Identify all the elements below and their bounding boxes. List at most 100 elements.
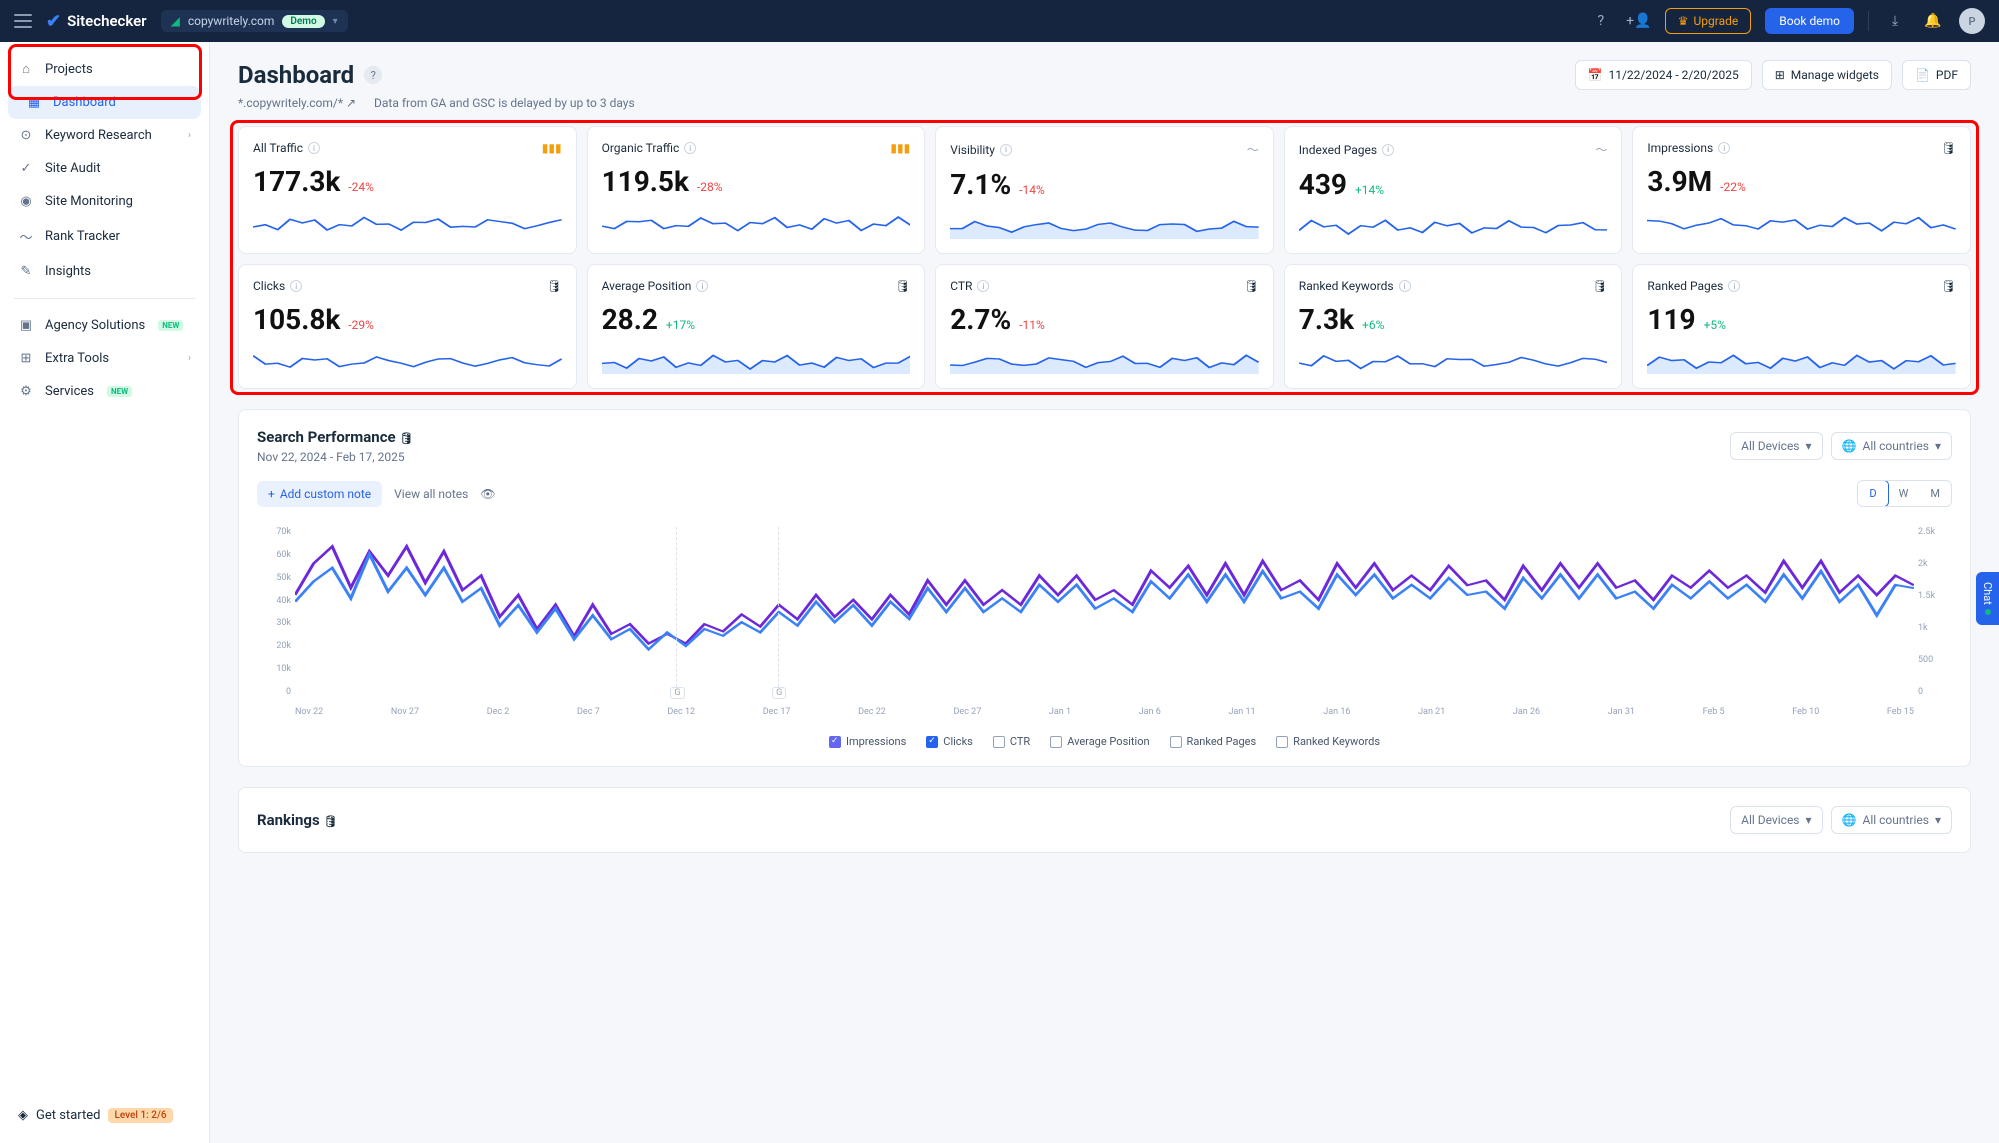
info-icon[interactable]: i <box>1399 280 1411 292</box>
add-note-button[interactable]: +Add custom note <box>257 481 382 507</box>
sidebar: ⌂Projects▦Dashboard⊙Keyword Research›✓Si… <box>0 42 210 1143</box>
view-notes-link[interactable]: View all notes <box>394 487 468 501</box>
card-value: 439 <box>1299 168 1347 201</box>
chevron-down-icon: ▾ <box>1935 439 1941 453</box>
legend-ranked-pages[interactable]: Ranked Pages <box>1170 735 1257 748</box>
checkbox-icon <box>926 736 938 748</box>
metric-card-clicks[interactable]: Clicksi🛢105.8k-29% <box>238 264 577 389</box>
sparkline <box>1647 350 1956 374</box>
metric-card-all-traffic[interactable]: All Traffici▮▮▮177.3k-24% <box>238 126 577 254</box>
sidebar-item-dashboard[interactable]: ▦Dashboard <box>8 86 201 119</box>
logo-mark-icon: ✔ <box>46 11 61 32</box>
rankings-countries-dropdown[interactable]: 🌐All countries▾ <box>1831 806 1952 834</box>
metric-card-impressions[interactable]: Impressionsi🛢3.9M-22% <box>1632 126 1971 254</box>
page-title: Dashboard <box>238 61 354 89</box>
help-circle-icon[interactable]: ? <box>364 66 382 84</box>
logo[interactable]: ✔ Sitechecker <box>46 11 147 32</box>
sidebar-label: Rank Tracker <box>45 229 120 244</box>
info-icon[interactable]: i <box>308 142 320 154</box>
card-title: Impressions <box>1647 141 1713 155</box>
add-user-icon[interactable]: +👤 <box>1627 9 1651 33</box>
book-demo-button[interactable]: Book demo <box>1765 8 1854 34</box>
nav-icon: ⌂ <box>18 61 34 77</box>
granularity-w[interactable]: W <box>1888 481 1920 506</box>
chevron-right-icon: › <box>188 353 191 364</box>
granularity-d[interactable]: D <box>1857 480 1888 507</box>
plus-icon: + <box>268 487 275 501</box>
sidebar-item-site-monitoring[interactable]: ◉Site Monitoring <box>0 185 209 218</box>
sparkline <box>253 212 562 236</box>
nav-icon: ▣ <box>18 318 34 333</box>
metric-card-indexed-pages[interactable]: Indexed Pagesi〜439+14% <box>1284 126 1623 254</box>
eye-icon[interactable]: 👁 <box>480 487 495 501</box>
card-delta: +5% <box>1704 318 1726 332</box>
sidebar-getstarted[interactable]: ◈ Get started Level 1: 2/6 <box>0 1098 209 1133</box>
metric-card-average-position[interactable]: Average Positioni🛢28.2+17% <box>587 264 926 389</box>
new-badge: NEW <box>158 320 183 331</box>
sidebar-item-insights[interactable]: ✎ Insights <box>0 255 209 288</box>
metric-card-organic-traffic[interactable]: Organic Traffici▮▮▮119.5k-28% <box>587 126 926 254</box>
card-delta: -11% <box>1019 318 1045 332</box>
card-delta: -29% <box>348 318 374 332</box>
avatar[interactable]: P <box>1959 8 1985 34</box>
site-selector[interactable]: ◢ copywritely.com Demo ▾ <box>161 10 348 32</box>
legend-average-position[interactable]: Average Position <box>1050 735 1149 748</box>
date-range-picker[interactable]: 📅11/22/2024 - 2/20/2025 <box>1575 60 1752 90</box>
metric-card-visibility[interactable]: Visibilityi〜7.1%-14% <box>935 126 1274 254</box>
card-title: CTR <box>950 279 972 293</box>
rankings-section: Rankings 🛢 All Devices▾ 🌐All countries▾ <box>238 787 1971 853</box>
info-icon[interactable]: i <box>684 142 696 154</box>
chat-tab[interactable]: Chat <box>1976 572 1999 626</box>
grid-icon: ⊞ <box>1775 68 1785 82</box>
info-icon[interactable]: i <box>1718 142 1730 154</box>
sidebar-item-site-audit[interactable]: ✓Site Audit <box>0 152 209 185</box>
upgrade-button[interactable]: ♛Upgrade <box>1665 8 1752 34</box>
legend-clicks[interactable]: Clicks <box>926 735 973 748</box>
metric-card-ranked-keywords[interactable]: Ranked Keywordsi🛢7.3k+6% <box>1284 264 1623 389</box>
manage-widgets-button[interactable]: ⊞Manage widgets <box>1762 60 1892 90</box>
diamond-icon: ◈ <box>18 1108 28 1123</box>
bell-icon[interactable]: 🔔 <box>1921 9 1945 33</box>
info-icon[interactable]: i <box>1728 280 1740 292</box>
nav-icon: ⊙ <box>18 128 34 143</box>
source-icon: 🛢 <box>1244 279 1259 293</box>
card-delta: -28% <box>697 180 723 194</box>
info-icon[interactable]: i <box>977 280 989 292</box>
legend-ranked-keywords[interactable]: Ranked Keywords <box>1276 735 1380 748</box>
sparkline <box>950 350 1259 374</box>
sidebar-label: Services <box>45 384 94 399</box>
info-icon[interactable]: i <box>696 280 708 292</box>
sidebar-item-extra-tools[interactable]: ⊞Extra Tools› <box>0 342 209 375</box>
download-icon[interactable]: ⤓ <box>1883 9 1907 33</box>
info-icon[interactable]: i <box>1382 144 1394 156</box>
legend-impressions[interactable]: Impressions <box>829 735 906 748</box>
help-icon[interactable]: ? <box>1589 9 1613 33</box>
sidebar-item-rank-tracker[interactable]: 〜Rank Tracker <box>0 218 209 255</box>
metric-card-ctr[interactable]: CTRi🛢2.7%-11% <box>935 264 1274 389</box>
rankings-devices-dropdown[interactable]: All Devices▾ <box>1730 806 1822 834</box>
nav-icon: ✎ <box>18 264 34 279</box>
export-pdf-button[interactable]: 📄PDF <box>1902 60 1971 90</box>
sparkline <box>1647 212 1956 236</box>
menu-icon[interactable] <box>14 14 32 28</box>
granularity-m[interactable]: M <box>1919 481 1951 506</box>
sidebar-item-services[interactable]: ⚙ServicesNEW <box>0 375 209 408</box>
rankings-title: Rankings <box>257 811 320 829</box>
info-icon[interactable]: i <box>290 280 302 292</box>
sidebar-item-projects[interactable]: ⌂Projects <box>0 52 209 86</box>
metric-card-ranked-pages[interactable]: Ranked Pagesi🛢119+5% <box>1632 264 1971 389</box>
legend-ctr[interactable]: CTR <box>993 735 1030 748</box>
devices-dropdown[interactable]: All Devices▾ <box>1730 432 1822 460</box>
card-value: 7.3k <box>1299 303 1354 336</box>
section-daterange: Nov 22, 2024 - Feb 17, 2025 <box>257 450 413 464</box>
domain-pattern[interactable]: *.copywritely.com/* ↗ <box>238 96 356 110</box>
source-icon: 〜 <box>1595 141 1607 158</box>
sidebar-item-agency-solutions[interactable]: ▣Agency SolutionsNEW <box>0 309 209 342</box>
demo-badge: Demo <box>282 15 324 28</box>
info-icon[interactable]: i <box>1000 144 1012 156</box>
sidebar-label: Insights <box>45 264 91 279</box>
sidebar-item-keyword-research[interactable]: ⊙Keyword Research› <box>0 119 209 152</box>
checkbox-icon <box>1170 736 1182 748</box>
new-badge: NEW <box>107 386 132 397</box>
countries-dropdown[interactable]: 🌐All countries▾ <box>1831 432 1952 460</box>
